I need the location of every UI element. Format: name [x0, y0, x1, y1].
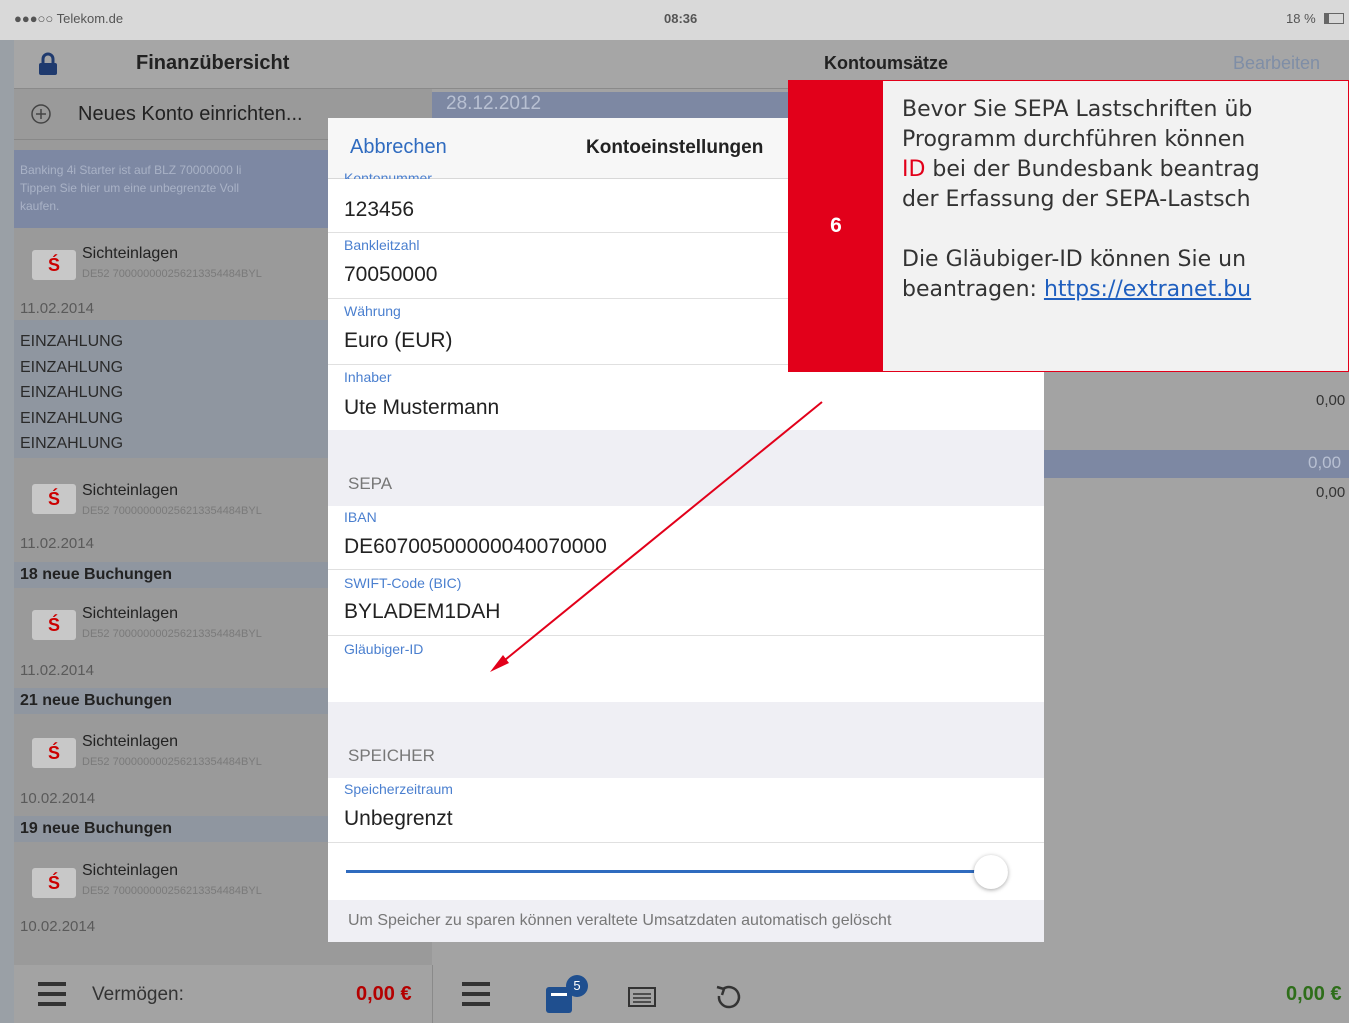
step-tab: 6 — [789, 81, 883, 371]
right-title: Kontoumsätze — [824, 53, 949, 73]
slider-fill — [346, 870, 991, 873]
transfer-inbox-icon[interactable]: 5 — [546, 975, 590, 1015]
assets-value: 0,00 € — [356, 983, 412, 1005]
new-bookings-label: 21 neue Buchungen — [20, 692, 173, 709]
storage-section-label: SPEICHER — [348, 746, 435, 765]
callout-spacer — [902, 215, 1349, 245]
cancel-button[interactable]: Abbrechen — [350, 136, 447, 159]
callout-line: ID bei der Bundesbank beantrag — [902, 155, 1349, 185]
callout-link[interactable]: https://extranet.bu — [1044, 277, 1251, 302]
slider-thumb[interactable] — [974, 855, 1008, 889]
sepa-section-header: SEPA — [328, 430, 1044, 506]
bic-field[interactable]: BYLADEM1DAH — [344, 600, 500, 624]
sparkasse-logo-icon: Ś — [32, 484, 76, 514]
amount: 0,00 — [1316, 484, 1346, 501]
date-header: 28.12.2012 — [446, 93, 542, 114]
callout-line: Die Gläubiger-ID können Sie un — [902, 247, 1247, 272]
edit-button[interactable]: Bearbeiten — [1233, 53, 1320, 74]
callout-line: beantragen: https://extranet.bu — [902, 275, 1349, 305]
storage-footnote: Um Speicher zu sparen können veraltete U… — [348, 912, 892, 929]
divider — [432, 965, 433, 1023]
new-bookings-label: 19 neue Buchungen — [20, 820, 173, 837]
account-date: 11.02.2014 — [20, 535, 94, 552]
account-number-field[interactable]: 123456 — [344, 198, 414, 222]
account-iban: DE52 700000000256213354484BYL — [82, 756, 262, 768]
divider — [328, 569, 1044, 570]
callout-prefix: beantragen: — [902, 277, 1044, 302]
storage-period-field[interactable]: Unbegrenzt — [344, 807, 453, 831]
bic-label: SWIFT-Code (BIC) — [344, 575, 462, 591]
account-name: Sichteinlagen — [82, 482, 179, 499]
status-bar: ●●●○○ Telekom.de 08:36 18 % — [0, 0, 1349, 40]
callout-line: Programm durchführen können — [902, 127, 1246, 152]
menu-icon[interactable] — [462, 981, 490, 1012]
new-bookings-label: 18 neue Buchungen — [20, 566, 173, 583]
callout-line: Bevor Sie SEPA Lastschriften üb — [902, 97, 1253, 122]
clock: 08:36 — [664, 11, 698, 26]
storage-period-label: Speicherzeitraum — [344, 781, 453, 797]
divider — [328, 842, 1044, 843]
bank-code-label: Bankleitzahl — [344, 237, 420, 253]
add-circle-icon — [30, 103, 52, 130]
account-date: 10.02.2014 — [20, 790, 96, 807]
account-iban: DE52 700000000256213354484BYL — [82, 268, 262, 280]
sparkasse-logo-icon: Ś — [32, 868, 76, 898]
storage-slider[interactable] — [346, 853, 1026, 891]
balance-value: 0,00 € — [1286, 983, 1342, 1005]
badge-count: 5 — [566, 975, 588, 997]
account-iban: DE52 700000000256213354484BYL — [82, 628, 262, 640]
creditor-id-label: Gläubiger-ID — [344, 641, 424, 657]
owner-label: Inhaber — [344, 369, 392, 385]
callout-text: Bevor Sie SEPA Lastschriften üb Programm… — [902, 95, 1349, 305]
amount: 0,00 — [1316, 392, 1346, 409]
callout-line-rest: bei der Bundesbank beantrag — [925, 157, 1260, 182]
account-name: Sichteinlagen — [82, 605, 179, 622]
left-header: Finanzübersicht — [14, 40, 432, 89]
card-icon[interactable] — [628, 987, 656, 1012]
account-date: 11.02.2014 — [20, 300, 94, 317]
sparkasse-logo-icon: Ś — [32, 610, 76, 640]
callout-highlight: ID — [902, 157, 926, 182]
amount: 0,00 — [1308, 453, 1342, 472]
modal-title: Kontoeinstellungen — [586, 137, 764, 158]
iban-label: IBAN — [344, 509, 377, 525]
carrier-label: ●●●○○ Telekom.de — [14, 11, 124, 26]
currency-label: Währung — [344, 303, 401, 319]
account-name: Sichteinlagen — [82, 245, 179, 262]
storage-section-header: SPEICHER — [328, 702, 1044, 778]
account-iban: DE52 700000000256213354484BYL — [82, 505, 262, 517]
divider — [328, 635, 1044, 636]
step-number: 6 — [830, 214, 842, 237]
sepa-section-label: SEPA — [348, 474, 393, 493]
battery-icon — [1324, 13, 1344, 24]
tutorial-callout: 6 Bevor Sie SEPA Lastschriften üb Progra… — [788, 80, 1349, 372]
account-name: Sichteinlagen — [82, 733, 179, 750]
callout-line: der Erfassung der SEPA-Lastsch — [902, 187, 1251, 212]
assets-label: Vermögen: — [92, 984, 184, 1005]
account-name: Sichteinlagen — [82, 862, 179, 879]
battery-label: 18 % — [1286, 11, 1316, 26]
sparkasse-logo-icon: Ś — [32, 738, 76, 768]
iban-field[interactable]: DE60700500000040070000 — [344, 535, 607, 559]
account-iban: DE52 700000000256213354484BYL — [82, 885, 262, 897]
left-title: Finanzübersicht — [136, 52, 290, 74]
new-account-label: Neues Konto einrichten... — [78, 103, 303, 125]
account-date: 11.02.2014 — [20, 662, 94, 679]
lock-icon[interactable] — [38, 52, 58, 76]
bottom-toolbar: Vermögen: 0,00 € 5 0,00 € — [14, 965, 1349, 1023]
menu-icon[interactable] — [38, 981, 66, 1012]
refresh-icon[interactable] — [714, 981, 744, 1016]
storage-footer: Um Speicher zu sparen können veraltete U… — [328, 900, 1044, 942]
currency-field[interactable]: Euro (EUR) — [344, 329, 453, 353]
bank-code-field[interactable]: 70050000 — [344, 263, 437, 287]
account-date: 10.02.2014 — [20, 918, 96, 935]
sparkasse-logo-icon: Ś — [32, 250, 76, 280]
owner-field[interactable]: Ute Mustermann — [344, 396, 499, 420]
